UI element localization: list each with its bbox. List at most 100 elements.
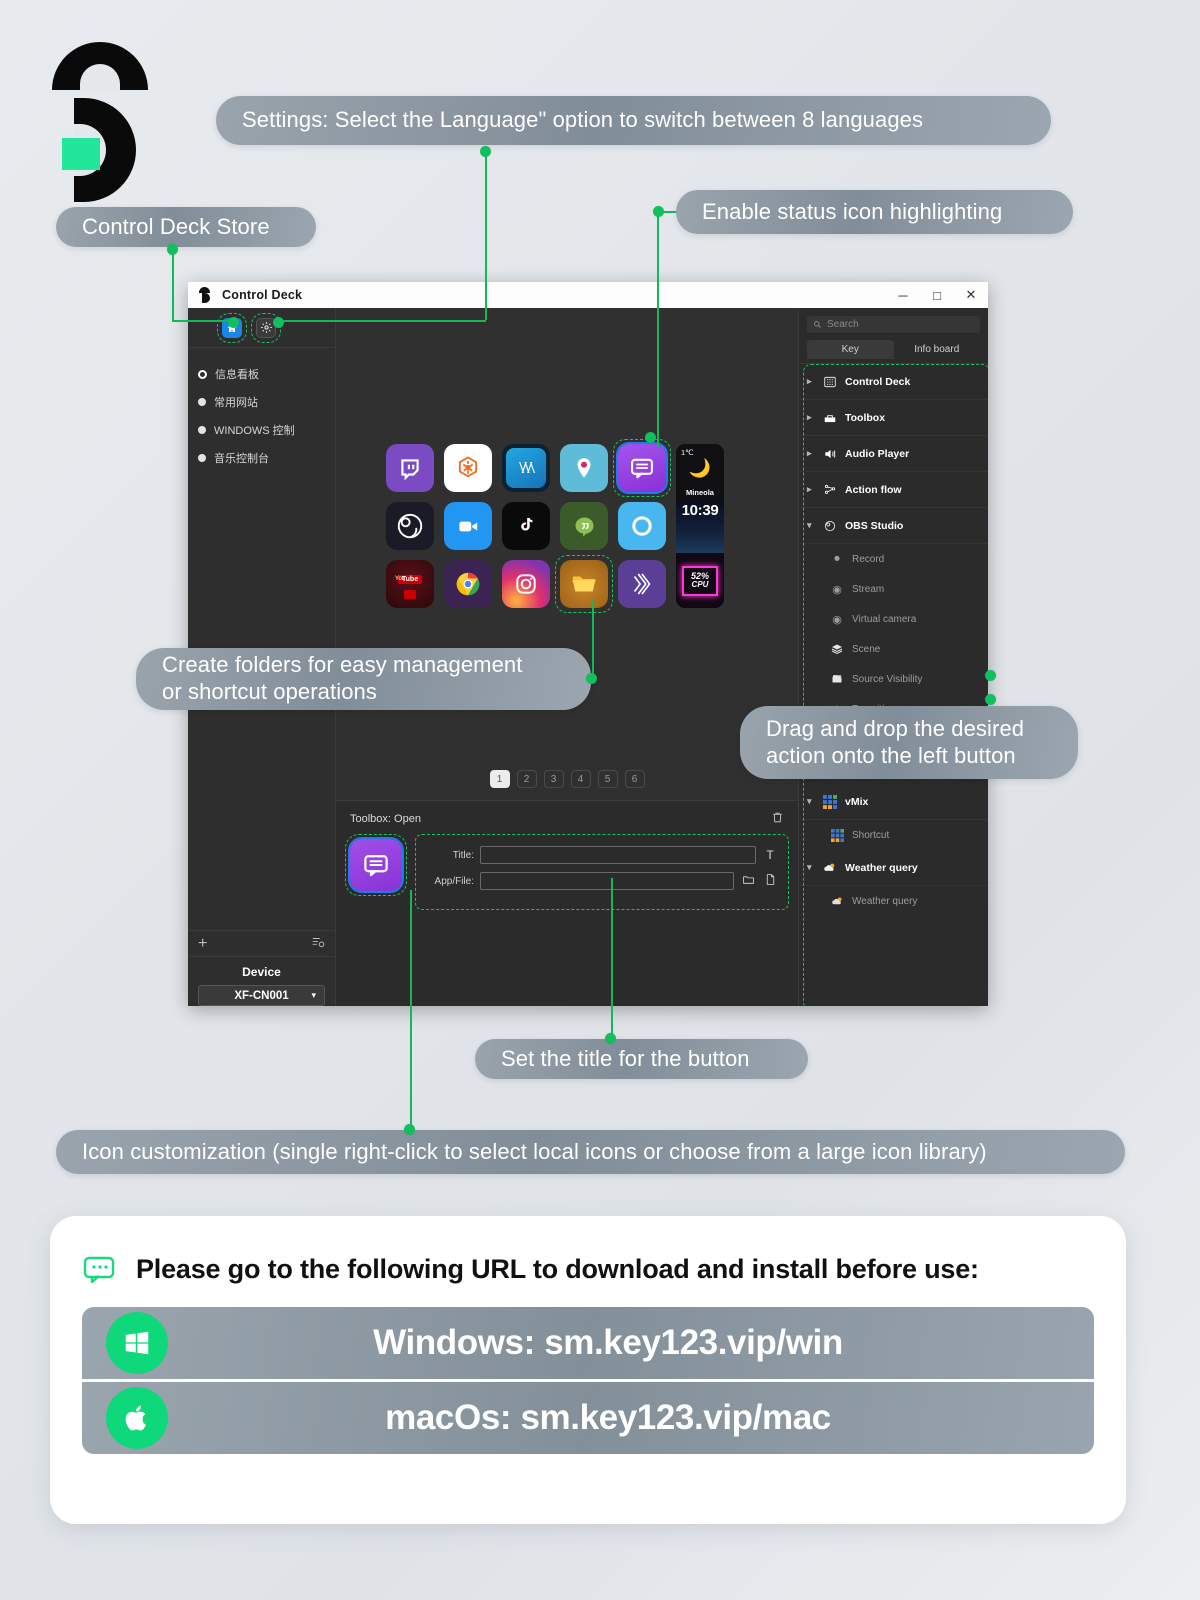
tab-key[interactable]: Key — [807, 340, 894, 359]
download-row-macos[interactable]: macOs: sm.key123.vip/mac — [82, 1382, 1094, 1454]
callout-settings-text: Settings: Select the Language" option to… — [242, 107, 924, 133]
weather-widget[interactable]: 1℃ 🌙 Mineola — [676, 444, 724, 499]
stream-icon: ◉ — [832, 583, 842, 596]
tree-group-weather-query[interactable]: ▾ Weather query — [799, 850, 988, 886]
tree-item-scene[interactable]: Scene — [799, 634, 988, 664]
tree-label: Control Deck — [845, 375, 911, 388]
tree-group-obs-studio[interactable]: ▾ OBS Studio — [799, 508, 988, 544]
sidebar-item-3[interactable]: 音乐控制台 — [188, 444, 335, 472]
leader-settings — [485, 150, 487, 320]
grid-icon-zoom[interactable] — [444, 502, 492, 550]
trash-icon[interactable] — [771, 811, 784, 827]
leader-dot-status-end — [645, 432, 656, 443]
grid-icon-twitch[interactable] — [386, 444, 434, 492]
page-button-1[interactable]: 1 — [489, 770, 510, 788]
tree-group-control-deck[interactable]: ▸ Control Deck — [799, 364, 988, 400]
toolbox-icon — [822, 410, 838, 426]
callout-folders: Create folders for easy management or sh… — [136, 648, 591, 710]
page-button-4[interactable]: 4 — [570, 770, 591, 788]
window-controls: ─ □ ✕ — [886, 282, 988, 308]
device-select-value: XF-CN001 — [234, 989, 289, 1002]
button-editor-panel: Toolbox: Open Title: T App/File: — [336, 800, 798, 1006]
tree-item-virtual-camera[interactable]: ◉ Virtual camera — [799, 604, 988, 634]
grid-icon-flower[interactable] — [444, 444, 492, 492]
page-button-6[interactable]: 6 — [624, 770, 645, 788]
tree-item-stream[interactable]: ◉ Stream — [799, 574, 988, 604]
keypad-icon — [822, 374, 838, 390]
action-library-panel: Search Key Info board ▸ Control Deck ▸ T… — [798, 308, 988, 1006]
device-label: Device — [242, 965, 281, 979]
grid-icon-chrome[interactable] — [444, 560, 492, 608]
editor-header-label: Toolbox: Open — [350, 813, 421, 825]
tab-info-board[interactable]: Info board — [894, 340, 981, 359]
add-button[interactable]: + — [198, 935, 207, 952]
grid-icon-tiktok[interactable] — [502, 502, 550, 550]
weather-icon — [829, 893, 845, 909]
device-select[interactable]: XF-CN001 ▾ — [198, 985, 325, 1006]
grid-icon-youtube[interactable]: Tube You — [386, 560, 434, 608]
leader-status-v — [657, 211, 659, 447]
grid-icon-instagram[interactable] — [502, 560, 550, 608]
tree-label: Toolbox — [845, 411, 886, 424]
tree-item-shortcut[interactable]: Shortcut — [799, 820, 988, 850]
obs-icon — [822, 518, 838, 534]
tree-item-source-visibility[interactable]: Source Visibility — [799, 664, 988, 694]
app-logo-icon — [198, 287, 212, 303]
tree-group-audio-player[interactable]: ▸ Audio Player — [799, 436, 988, 472]
moon-icon: 🌙 — [688, 458, 712, 478]
tree-label: Stream — [852, 583, 885, 595]
grid-icon-obs[interactable] — [386, 502, 434, 550]
sidebar-item-1[interactable]: 常用网站 — [188, 388, 335, 416]
clock-widget[interactable]: 10:39 — [676, 498, 724, 554]
settings-list-icon[interactable] — [311, 935, 325, 952]
window-title: Control Deck — [222, 288, 303, 302]
clapper-icon — [829, 671, 845, 687]
close-button[interactable]: ✕ — [954, 282, 988, 308]
grid-icon-hangouts[interactable] — [560, 502, 608, 550]
maximize-button[interactable]: □ — [920, 282, 954, 308]
grid-icon-waves[interactable] — [618, 560, 666, 608]
chevron-right-icon: ▸ — [807, 484, 812, 494]
tree-group-action-flow[interactable]: ▸ Action flow — [799, 472, 988, 508]
grid-icon-cortana[interactable] — [618, 502, 666, 550]
card-heading: Please go to the following URL to downlo… — [136, 1254, 979, 1284]
page-button-3[interactable]: 3 — [543, 770, 564, 788]
tree-label: Source Visibility — [852, 673, 923, 685]
leader-dot-drag-1 — [985, 670, 996, 681]
weather-icon — [822, 860, 838, 876]
leader-icon-custom-v — [410, 890, 412, 1126]
page-button-2[interactable]: 2 — [516, 770, 537, 788]
sidebar-item-2[interactable]: WINDOWS 控制 — [188, 416, 335, 444]
page-button-5[interactable]: 5 — [597, 770, 618, 788]
callout-icon-custom: Icon customization (single right-click t… — [56, 1130, 1125, 1174]
leader-settings-h — [278, 320, 486, 322]
tree-item-weather-query[interactable]: Weather query — [799, 886, 988, 916]
radio-icon — [198, 398, 206, 406]
logo-arc-top — [52, 42, 148, 90]
tree-label: vMix — [845, 795, 869, 808]
search-input[interactable]: Search — [807, 316, 980, 333]
tree-group-toolbox[interactable]: ▸ Toolbox — [799, 400, 988, 436]
highlight-dash-editor-fields — [415, 834, 789, 910]
tree-group-vmix[interactable]: ▾ vMix — [799, 784, 988, 820]
sidebar-item-label: 常用网站 — [214, 397, 258, 409]
cpu-widget[interactable]: 52% CPU — [676, 553, 724, 608]
sidebar-item-label: 音乐控制台 — [214, 453, 269, 465]
cpu-box: 52% CPU — [682, 565, 718, 596]
grid-icon-vmix[interactable]: \/\/\ — [502, 444, 550, 492]
chevron-down-icon: ▾ — [807, 796, 812, 806]
apple-icon — [106, 1387, 168, 1449]
library-tabs: Key Info board — [807, 340, 980, 359]
sidebar-item-0[interactable]: 信息看板 — [188, 360, 335, 388]
tree-item-record[interactable]: ⏺ Record — [799, 544, 988, 574]
tree-label: Audio Player — [845, 447, 910, 460]
minimize-button[interactable]: ─ — [886, 282, 920, 308]
grid-icon-periscope[interactable] — [560, 444, 608, 492]
editor-fields: Title: T App/File: — [415, 834, 789, 910]
tree-label: Scene — [852, 643, 881, 655]
download-row-windows[interactable]: Windows: sm.key123.vip/win — [82, 1307, 1094, 1379]
callout-store: Control Deck Store — [56, 207, 316, 247]
brand-logo — [48, 42, 152, 202]
tree-label: Weather query — [852, 895, 918, 907]
chevron-right-icon: ▸ — [807, 376, 812, 386]
